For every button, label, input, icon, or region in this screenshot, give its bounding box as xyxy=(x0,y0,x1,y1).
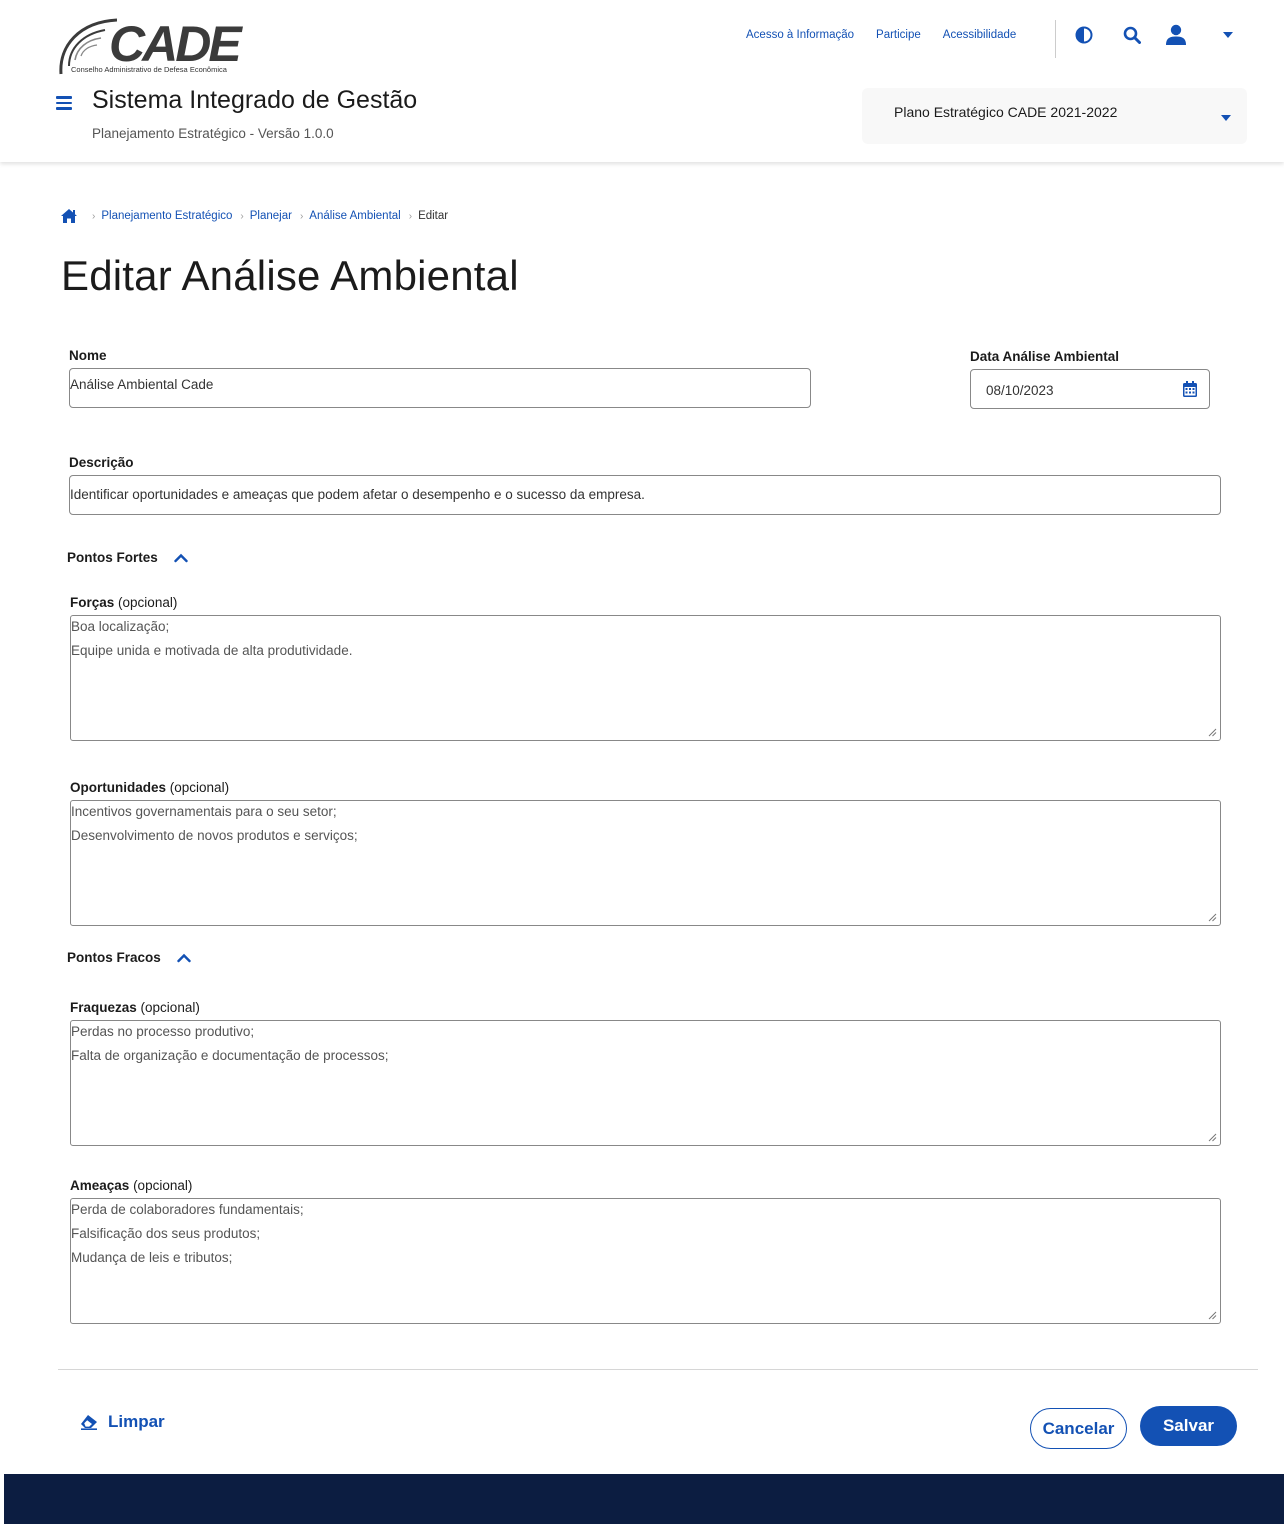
form-divider xyxy=(58,1369,1258,1370)
pontos-fracos-label: Pontos Fracos xyxy=(67,950,161,965)
fraquezas-line: Falta de organização e documentação de p… xyxy=(71,1048,389,1063)
calendar-icon[interactable] xyxy=(1183,381,1197,397)
ameacas-line: Falsificação dos seus produtos; xyxy=(71,1226,261,1241)
data-label: Data Análise Ambiental xyxy=(970,349,1120,364)
oportunidades-line: Desenvolvimento de novos produtos e serv… xyxy=(71,828,358,843)
user-menu-caret-icon[interactable] xyxy=(1217,24,1239,46)
chevron-up-icon xyxy=(177,953,191,962)
contrast-icon[interactable] xyxy=(1073,24,1095,46)
search-icon[interactable] xyxy=(1121,24,1143,46)
system-subtitle: Planejamento Estratégico - Versão 1.0.0 xyxy=(92,126,334,141)
eraser-icon xyxy=(81,1415,97,1430)
forcas-line: Equipe unida e motivada de alta produtiv… xyxy=(71,643,353,658)
resize-grip-icon[interactable] xyxy=(1208,913,1217,922)
breadcrumb-separator: › xyxy=(299,210,304,222)
descricao-input[interactable]: Identificar oportunidades e ameaças que … xyxy=(69,475,1221,515)
oportunidades-line: Incentivos governamentais para o seu set… xyxy=(71,804,337,819)
oportunidades-optional: (opcional) xyxy=(169,780,230,795)
resize-grip-icon[interactable] xyxy=(1208,1311,1217,1320)
breadcrumb-separator: › xyxy=(240,210,244,222)
descricao-label: Descrição xyxy=(69,455,134,470)
top-link-participe[interactable]: Participe xyxy=(876,29,921,41)
logo-text: CADE xyxy=(109,16,242,72)
forcas-label: Forças (opcional) xyxy=(70,595,177,610)
breadcrumb: › Planejamento Estratégico › Planejar › … xyxy=(60,207,448,225)
plan-select[interactable]: Plano Estratégico CADE 2021-2022 xyxy=(862,88,1247,144)
system-title: Sistema Integrado de Gestão xyxy=(92,86,418,114)
top-link-acessibilidade[interactable]: Acessibilidade xyxy=(943,29,1017,41)
chevron-up-icon xyxy=(174,553,188,562)
pontos-fortes-toggle[interactable]: Pontos Fortes xyxy=(67,550,188,565)
pontos-fortes-label: Pontos Fortes xyxy=(67,550,158,565)
fraquezas-label: Fraquezas (opcional) xyxy=(70,1000,200,1015)
data-input[interactable]: 08/10/2023 xyxy=(970,369,1210,409)
oportunidades-label: Oportunidades (opcional) xyxy=(70,780,229,795)
fraquezas-textarea[interactable]: Perdas no processo produtivo; Falta de o… xyxy=(70,1020,1221,1146)
logo-subtitle: Conselho Administrativo de Defesa Econôm… xyxy=(71,65,227,74)
fraquezas-line: Perdas no processo produtivo; xyxy=(71,1024,255,1039)
plan-select-value: Plano Estratégico CADE 2021-2022 xyxy=(894,104,1118,120)
oportunidades-textarea[interactable]: Incentivos governamentais para o seu set… xyxy=(70,800,1221,926)
oportunidades-label-text: Oportunidades xyxy=(70,780,167,795)
ameacas-label-text: Ameaças xyxy=(70,1178,130,1193)
forcas-line: Boa localização; xyxy=(71,619,170,634)
nome-input[interactable]: Análise Ambiental Cade xyxy=(69,368,811,408)
ameacas-optional: (opcional) xyxy=(133,1178,193,1193)
breadcrumb-planejar[interactable]: Planejar xyxy=(250,210,292,222)
cade-logo[interactable]: CADE Conselho Administrativo de Defesa E… xyxy=(57,16,247,78)
fraquezas-optional: (opcional) xyxy=(140,1000,200,1015)
resize-grip-icon[interactable] xyxy=(1208,728,1217,737)
ameacas-textarea[interactable]: Perda de colaboradores fundamentais; Fal… xyxy=(70,1198,1221,1324)
save-button[interactable]: Salvar xyxy=(1140,1406,1237,1446)
home-icon[interactable] xyxy=(60,208,78,224)
nome-label: Nome xyxy=(69,348,107,363)
clear-button-label: Limpar xyxy=(108,1412,165,1431)
site-footer xyxy=(4,1474,1284,1524)
site-header: CADE Conselho Administrativo de Defesa E… xyxy=(0,0,1284,162)
user-icon[interactable] xyxy=(1164,24,1188,46)
resize-grip-icon[interactable] xyxy=(1208,1133,1217,1142)
forcas-textarea[interactable]: Boa localização; Equipe unida e motivada… xyxy=(70,615,1221,741)
clear-button[interactable]: Limpar xyxy=(80,1412,165,1432)
pontos-fracos-toggle[interactable]: Pontos Fracos xyxy=(67,950,191,965)
caret-down-icon xyxy=(1221,115,1231,121)
nome-input-value: Análise Ambiental Cade xyxy=(70,377,214,392)
fraquezas-label-text: Fraquezas xyxy=(70,1000,137,1015)
ameacas-line: Mudança de leis e tributos; xyxy=(71,1250,233,1265)
breadcrumb-current: Editar xyxy=(418,210,449,222)
forcas-optional: (opcional) xyxy=(118,595,178,610)
breadcrumb-separator: › xyxy=(92,210,96,222)
top-links: Acesso à Informação Participe Acessibili… xyxy=(746,27,1038,43)
cancel-button[interactable]: Cancelar xyxy=(1030,1408,1127,1449)
descricao-input-value: Identificar oportunidades e ameaças que … xyxy=(70,487,645,502)
page-title: Editar Análise Ambiental xyxy=(61,252,519,299)
top-divider xyxy=(1055,20,1056,58)
breadcrumb-planejamento-estrategico[interactable]: Planejamento Estratégico xyxy=(101,210,232,222)
ameacas-label: Ameaças (opcional) xyxy=(70,1178,192,1193)
breadcrumb-separator: › xyxy=(408,210,413,222)
ameacas-line: Perda de colaboradores fundamentais; xyxy=(71,1202,304,1217)
menu-icon[interactable] xyxy=(56,96,72,110)
data-input-value: 08/10/2023 xyxy=(986,383,1054,398)
breadcrumb-analise-ambiental[interactable]: Análise Ambiental xyxy=(309,210,400,222)
top-link-acesso-informacao[interactable]: Acesso à Informação xyxy=(746,29,854,41)
forcas-label-text: Forças xyxy=(70,595,115,610)
